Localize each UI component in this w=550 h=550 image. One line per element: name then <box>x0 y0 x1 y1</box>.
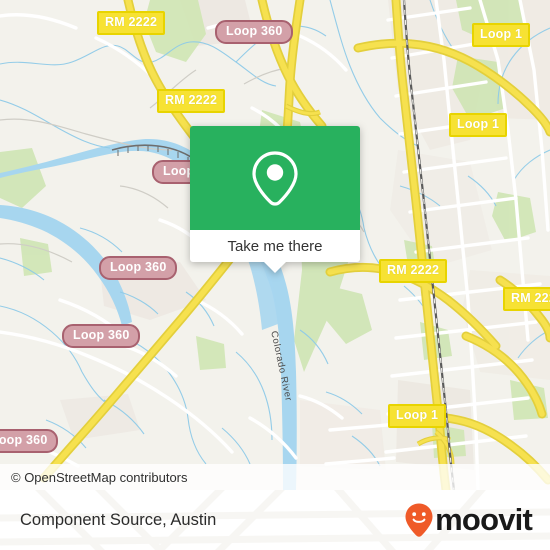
road-shield: Loop 360 <box>0 429 59 453</box>
take-me-there-label: Take me there <box>227 237 323 255</box>
road-shield: Loop 360 <box>62 324 141 348</box>
bottom-info-bar: Component Source, Austin moovit <box>0 490 550 550</box>
road-shield: RM 2222 <box>503 287 550 311</box>
map-canvas[interactable]: RM 2222 Loop 360 Loop 1 RM 2222 Loop 1 Loop 3… <box>0 0 550 490</box>
road-shield: Loop 360 <box>99 256 178 280</box>
location-popup-card[interactable]: Take me there <box>190 126 360 273</box>
road-shield: Loop 1 <box>449 113 508 137</box>
popup-footer[interactable]: Take me there <box>190 230 360 273</box>
map-pin-icon <box>249 149 301 207</box>
attribution-text: © OpenStreetMap contributors <box>11 469 188 485</box>
road-shield: RM 2222 <box>157 89 226 113</box>
road-shield: RM 2222 <box>97 11 166 35</box>
moovit-map-screenshot: RM 2222 Loop 360 Loop 1 RM 2222 Loop 1 Loop 3… <box>0 0 550 550</box>
popup-header <box>190 126 360 230</box>
moovit-pin-icon <box>404 502 434 538</box>
moovit-wordmark: moovit <box>435 502 533 537</box>
map-attribution[interactable]: © OpenStreetMap contributors <box>0 464 550 490</box>
popup-pointer-tail <box>264 262 286 273</box>
road-shield: Loop 1 <box>388 404 447 428</box>
road-shield: Loop 1 <box>472 23 531 47</box>
road-shield: RM 2222 <box>379 259 448 283</box>
moovit-logo: moovit <box>404 502 550 538</box>
place-title: Component Source, Austin <box>20 510 217 529</box>
road-shield: Loop 360 <box>215 20 294 44</box>
